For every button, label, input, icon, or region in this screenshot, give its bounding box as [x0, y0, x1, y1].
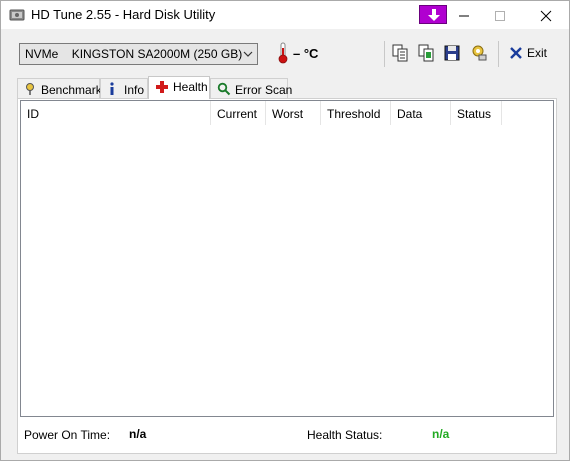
thermometer-icon — [278, 42, 288, 64]
hard-disk-app-icon — [9, 7, 25, 23]
drive-type: NVMe — [25, 47, 59, 61]
app-window: HD Tune 2.55 - Hard Disk Utility NVMe KI… — [0, 0, 570, 461]
column-header-status[interactable]: Status — [451, 101, 502, 125]
exit-label: Exit — [527, 46, 548, 60]
tab-health-label: Health — [173, 80, 208, 94]
options-button[interactable] — [470, 44, 488, 62]
tab-error-scan-label: Error Scan — [235, 83, 293, 97]
maximize-icon — [495, 11, 505, 21]
copy-screenshot-button[interactable] — [417, 44, 435, 62]
health-panel: ID Current Worst Threshold Data Status — [17, 98, 557, 454]
column-header-label: ID — [27, 107, 39, 121]
close-button[interactable] — [523, 1, 569, 29]
save-icon — [444, 45, 460, 61]
column-header-label: Threshold — [327, 107, 381, 121]
maximize-button[interactable] — [477, 1, 523, 29]
save-button[interactable] — [443, 44, 461, 62]
drive-select-value: NVMe KINGSTON SA2000M (250 GB) — [25, 47, 242, 61]
column-header-label: Current — [217, 107, 258, 121]
close-icon — [540, 10, 552, 22]
exit-button[interactable]: Exit — [509, 45, 549, 63]
health-status-value: n/a — [432, 427, 450, 441]
benchmark-icon — [26, 83, 34, 95]
health-status-label: Health Status: — [307, 428, 383, 442]
tab-error-scan[interactable]: Error Scan — [210, 78, 292, 99]
tab-health[interactable]: Health — [148, 76, 210, 99]
tab-strip: Benchmark Info Health Error Scan — [17, 76, 557, 99]
toolbar-separator — [384, 41, 385, 67]
copy-screenshot-icon — [418, 44, 434, 62]
window-title: HD Tune 2.55 - Hard Disk Utility — [31, 7, 216, 22]
drive-select[interactable]: NVMe KINGSTON SA2000M (250 GB) — [19, 43, 258, 65]
copy-text-icon — [392, 44, 408, 62]
tab-info[interactable]: Info — [100, 78, 148, 99]
health-cross-icon — [156, 81, 168, 93]
options-icon — [472, 45, 487, 61]
column-header-label: Status — [457, 107, 492, 121]
tab-info-label: Info — [124, 83, 145, 97]
temperature-value: – °C — [293, 46, 319, 61]
drive-name: KINGSTON SA2000M (250 GB) — [71, 47, 243, 61]
magnifier-icon — [217, 82, 231, 96]
exit-x-icon — [510, 47, 522, 59]
title-bar: HD Tune 2.55 - Hard Disk Utility — [1, 1, 569, 29]
download-arrow-icon — [428, 9, 440, 21]
chevron-down-icon — [243, 51, 253, 57]
column-header-worst[interactable]: Worst — [266, 101, 321, 125]
column-header-label: Worst — [272, 107, 304, 121]
tab-benchmark[interactable]: Benchmark — [17, 78, 102, 99]
smart-attributes-list[interactable]: ID Current Worst Threshold Data Status — [20, 100, 554, 417]
info-icon — [110, 82, 114, 95]
column-header-id[interactable]: ID — [21, 101, 211, 125]
column-header-data[interactable]: Data — [391, 101, 451, 125]
power-on-time-value: n/a — [129, 427, 147, 441]
copy-text-button[interactable] — [391, 44, 409, 62]
column-header-label: Data — [397, 107, 423, 121]
column-header-threshold[interactable]: Threshold — [321, 101, 391, 125]
tab-benchmark-label: Benchmark — [41, 83, 102, 97]
column-header-current[interactable]: Current — [211, 101, 266, 125]
minimize-icon — [459, 15, 469, 17]
power-on-time-label: Power On Time: — [24, 428, 111, 442]
toolbar-separator — [498, 41, 499, 67]
